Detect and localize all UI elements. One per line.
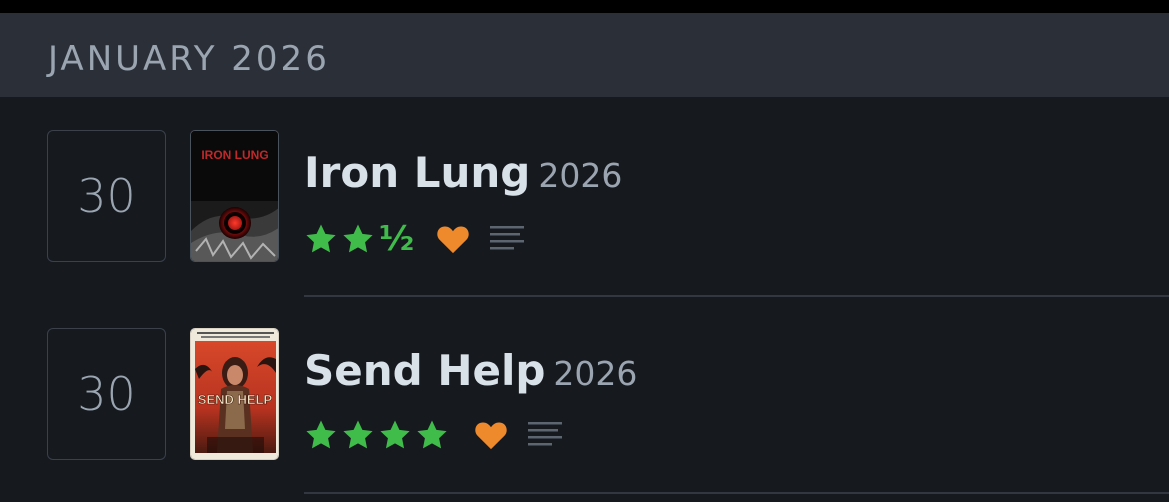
review-lines-icon[interactable] bbox=[490, 223, 525, 255]
review-lines-icon[interactable] bbox=[528, 419, 562, 451]
day-box[interactable]: 30 bbox=[47, 328, 166, 460]
day-box[interactable]: 30 bbox=[47, 130, 166, 262]
film-title-line: Iron Lung 2026 bbox=[304, 148, 622, 197]
film-poster[interactable]: SEND HELP bbox=[190, 328, 279, 460]
rating-row bbox=[304, 415, 562, 455]
diary-entry[interactable]: 30 SEND HELP Send Help 2026 bbox=[0, 295, 1169, 494]
month-header: JANUARY 2026 bbox=[0, 13, 1169, 97]
heart-icon[interactable] bbox=[436, 223, 470, 255]
star-rating: ½ bbox=[304, 222, 414, 256]
star-icon bbox=[306, 224, 336, 253]
poster-title-text: SEND HELP bbox=[198, 392, 273, 407]
film-year[interactable]: 2026 bbox=[553, 354, 637, 393]
half-star-glyph: ½ bbox=[379, 219, 415, 259]
film-poster[interactable]: IRON LUNG bbox=[190, 130, 279, 262]
send-help-poster-art: SEND HELP bbox=[191, 329, 278, 459]
month-label: JANUARY 2026 bbox=[48, 39, 330, 79]
star-icon bbox=[380, 420, 410, 449]
iron-lung-poster-art: IRON LUNG bbox=[191, 131, 278, 261]
day-number: 30 bbox=[77, 367, 136, 421]
star-icon bbox=[306, 420, 336, 449]
film-year[interactable]: 2026 bbox=[538, 156, 622, 195]
star-icon bbox=[343, 224, 373, 253]
star-icon bbox=[343, 420, 373, 449]
film-title-line: Send Help 2026 bbox=[304, 346, 637, 395]
star-rating bbox=[304, 418, 452, 452]
diary-entry[interactable]: 30 IRON LUNG Iron Lung 2026 ½ bbox=[0, 97, 1169, 297]
day-number: 30 bbox=[77, 169, 136, 223]
film-title[interactable]: Iron Lung bbox=[304, 148, 530, 197]
film-title[interactable]: Send Help bbox=[304, 346, 545, 395]
poster-title-text: IRON LUNG bbox=[201, 148, 268, 162]
row-divider bbox=[304, 492, 1169, 494]
rating-row: ½ bbox=[304, 219, 525, 259]
heart-icon[interactable] bbox=[474, 419, 508, 451]
top-strip bbox=[0, 0, 1169, 13]
star-icon bbox=[417, 420, 447, 449]
